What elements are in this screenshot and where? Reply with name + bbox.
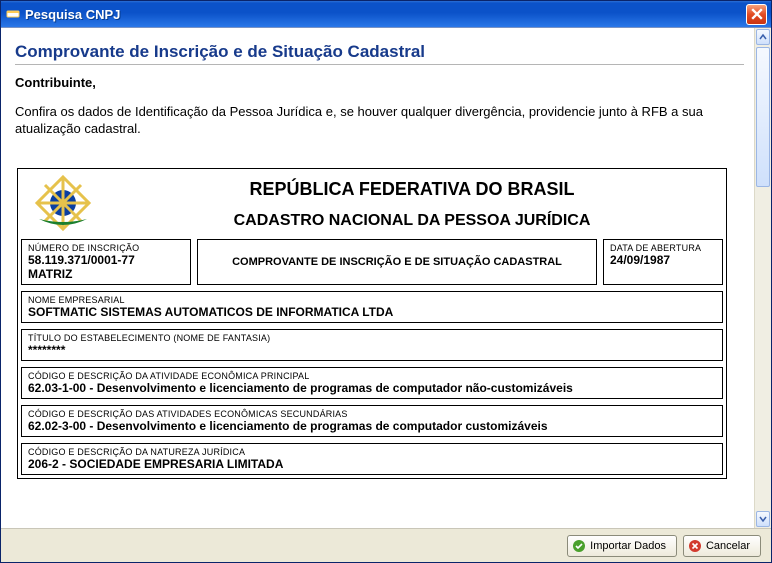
cancel-label: Cancelar [706, 540, 750, 552]
field-num-inscricao: NÚMERO DE INSCRIÇÃO 58.119.371/0001-77 M… [21, 239, 191, 285]
field-cnae-secundarias: CÓDIGO E DESCRIÇÃO DAS ATIVIDADES ECONÔM… [21, 405, 723, 437]
heading-divider [15, 64, 744, 65]
check-circle-icon [572, 539, 586, 553]
field-titulo-estab: TÍTULO DO ESTABELECIMENTO (NOME DE FANTA… [21, 329, 723, 361]
label-natureza-juridica: CÓDIGO E DESCRIÇÃO DA NATUREZA JURÍDICA [28, 447, 716, 457]
scroll-track[interactable] [755, 46, 771, 510]
value-nome-empresarial: SOFTMATIC SISTEMAS AUTOMATICOS DE INFORM… [28, 305, 716, 319]
cancel-button[interactable]: Cancelar [683, 535, 761, 557]
scroll-thumb[interactable] [756, 47, 770, 187]
vertical-scrollbar[interactable] [754, 28, 771, 528]
window-title: Pesquisa CNPJ [25, 7, 746, 22]
import-data-label: Importar Dados [590, 540, 666, 552]
page-heading: Comprovante de Inscrição e de Situação C… [15, 42, 744, 62]
import-data-button[interactable]: Importar Dados [567, 535, 677, 557]
country-title: REPÚBLICA FEDERATIVA DO BRASIL [98, 179, 726, 200]
brazil-emblem-icon [33, 173, 93, 233]
content-area: Comprovante de Inscrição e de Situação C… [1, 27, 771, 528]
value-num-inscricao: 58.119.371/0001-77 [28, 253, 184, 267]
label-num-inscricao: NÚMERO DE INSCRIÇÃO [28, 243, 184, 253]
bottom-toolbar: Importar Dados Cancelar [1, 528, 771, 562]
scroll-down-button[interactable] [756, 511, 770, 527]
document-viewport: Comprovante de Inscrição e de Situação C… [1, 28, 754, 528]
field-doc-title: COMPROVANTE DE INSCRIÇÃO E DE SITUAÇÃO C… [197, 239, 597, 285]
value-cnae-principal: 62.03-1-00 - Desenvolvimento e licenciam… [28, 381, 716, 395]
registry-title: CADASTRO NACIONAL DA PESSOA JURÍDICA [98, 212, 726, 230]
close-button[interactable] [746, 4, 767, 25]
cnpj-card: REPÚBLICA FEDERATIVA DO BRASIL CADASTRO … [17, 168, 727, 479]
emblem-cell [18, 169, 98, 236]
chevron-up-icon [759, 33, 767, 41]
window-frame: Pesquisa CNPJ Comprovante de Inscrição e… [0, 0, 772, 563]
field-nome-empresarial: NOME EMPRESARIAL SOFTMATIC SISTEMAS AUTO… [21, 291, 723, 323]
app-icon [5, 6, 21, 22]
label-titulo-estab: TÍTULO DO ESTABELECIMENTO (NOME DE FANTA… [28, 333, 716, 343]
label-cnae-principal: CÓDIGO E DESCRIÇÃO DA ATIVIDADE ECONÔMIC… [28, 371, 716, 381]
value-doc-title: COMPROVANTE DE INSCRIÇÃO E DE SITUAÇÃO C… [232, 256, 562, 268]
close-icon [751, 8, 763, 20]
value-natureza-juridica: 206-2 - SOCIEDADE EMPRESARIA LIMITADA [28, 457, 716, 471]
header-block: REPÚBLICA FEDERATIVA DO BRASIL CADASTRO … [98, 169, 726, 236]
intro-paragraph: Confira os dados de Identificação da Pes… [15, 104, 715, 138]
field-cnae-principal: CÓDIGO E DESCRIÇÃO DA ATIVIDADE ECONÔMIC… [21, 367, 723, 399]
label-data-abertura: DATA DE ABERTURA [610, 243, 716, 253]
value-data-abertura: 24/09/1987 [610, 253, 716, 267]
salutation: Contribuinte, [15, 75, 744, 90]
label-cnae-secundarias: CÓDIGO E DESCRIÇÃO DAS ATIVIDADES ECONÔM… [28, 409, 716, 419]
field-natureza-juridica: CÓDIGO E DESCRIÇÃO DA NATUREZA JURÍDICA … [21, 443, 723, 475]
cancel-circle-icon [688, 539, 702, 553]
field-data-abertura: DATA DE ABERTURA 24/09/1987 [603, 239, 723, 285]
titlebar: Pesquisa CNPJ [1, 1, 771, 27]
chevron-down-icon [759, 515, 767, 523]
value-titulo-estab: ******** [28, 343, 716, 357]
value-cnae-secundarias: 62.02-3-00 - Desenvolvimento e licenciam… [28, 419, 716, 433]
label-nome-empresarial: NOME EMPRESARIAL [28, 295, 716, 305]
scroll-up-button[interactable] [756, 29, 770, 45]
value-num-inscricao-tipo: MATRIZ [28, 267, 184, 281]
